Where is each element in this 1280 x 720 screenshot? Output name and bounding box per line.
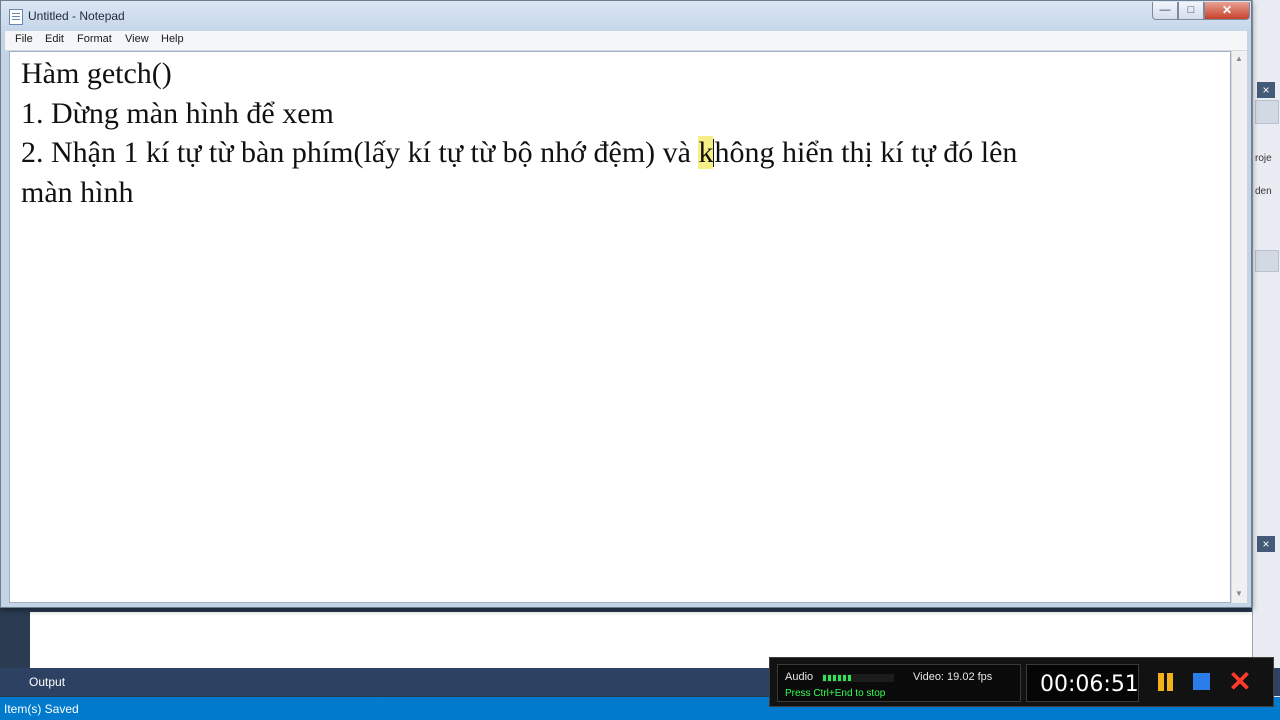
timer-box: 00:06:51 <box>1026 664 1139 702</box>
recording-timer: 00:06:51 <box>1040 672 1139 697</box>
maximize-button[interactable]: □ <box>1178 2 1204 20</box>
cursor-highlight: k <box>698 136 714 169</box>
text-line: Hàm getch() <box>21 57 172 90</box>
minimize-button[interactable]: — <box>1152 2 1178 20</box>
video-fps: Video: 19.02 fps <box>913 671 993 683</box>
text-segment: 2. Nhận 1 kí tự từ bàn phím(lấy kí tự từ… <box>21 136 699 169</box>
title-bar[interactable]: Untitled - Notepad — □ ✕ <box>1 1 1251 31</box>
text-segment: hông hiển thị kí tự đó lên <box>714 136 1018 169</box>
menu-edit[interactable]: Edit <box>45 33 64 45</box>
text-editor[interactable]: Hàm getch() 1. Dừng màn hình để xem 2. N… <box>9 51 1231 603</box>
stop-hint: Press Ctrl+End to stop <box>785 688 886 699</box>
window-title: Untitled - Notepad <box>28 9 125 23</box>
menu-help[interactable]: Help <box>161 33 184 45</box>
ide-left-panel <box>0 605 30 670</box>
side-text: den <box>1255 186 1272 197</box>
output-tab[interactable]: Output <box>29 675 65 689</box>
text-line: 1. Dừng màn hình để xem <box>21 96 334 130</box>
close-icon[interactable]: × <box>1257 536 1275 552</box>
menu-bar: File Edit Format View Help <box>5 31 1247 51</box>
ide-right-panel: × roje den × <box>1252 0 1280 720</box>
scroll-down-icon[interactable]: ▼ <box>1235 589 1243 598</box>
status-text: Item(s) Saved <box>4 702 79 716</box>
audio-meter <box>822 674 894 682</box>
panel-block <box>1255 100 1279 124</box>
notepad-icon <box>9 9 23 25</box>
menu-format[interactable]: Format <box>77 33 112 45</box>
scroll-up-icon[interactable]: ▲ <box>1235 54 1243 63</box>
stop-icon[interactable] <box>1191 672 1213 692</box>
panel-block <box>1255 250 1279 272</box>
close-icon[interactable]: ✕ <box>1227 668 1253 696</box>
minimize-icon: — <box>1159 4 1171 16</box>
menu-file[interactable]: File <box>15 33 33 45</box>
text-line: màn hình <box>21 175 134 209</box>
pause-icon[interactable] <box>1155 672 1177 692</box>
close-icon: ✕ <box>1221 3 1233 17</box>
maximize-icon: □ <box>1187 4 1195 16</box>
notepad-window: Untitled - Notepad — □ ✕ File Edit Forma… <box>0 0 1252 608</box>
recorder-info: Audio Press Ctrl+End to stop Video: 19.0… <box>777 664 1021 702</box>
text-line: 2. Nhận 1 kí tự từ bàn phím(lấy kí tự từ… <box>21 133 1226 173</box>
recorder-panel: Audio Press Ctrl+End to stop Video: 19.0… <box>769 657 1274 707</box>
vertical-scrollbar[interactable]: ▲ ▼ <box>1231 51 1247 603</box>
menu-view[interactable]: View <box>125 33 149 45</box>
close-button[interactable]: ✕ <box>1204 2 1250 20</box>
document-text: Hàm getch() 1. Dừng màn hình để xem 2. N… <box>21 54 1226 212</box>
close-icon[interactable]: × <box>1257 82 1275 98</box>
side-text: roje <box>1255 153 1272 164</box>
audio-label: Audio <box>785 671 814 683</box>
